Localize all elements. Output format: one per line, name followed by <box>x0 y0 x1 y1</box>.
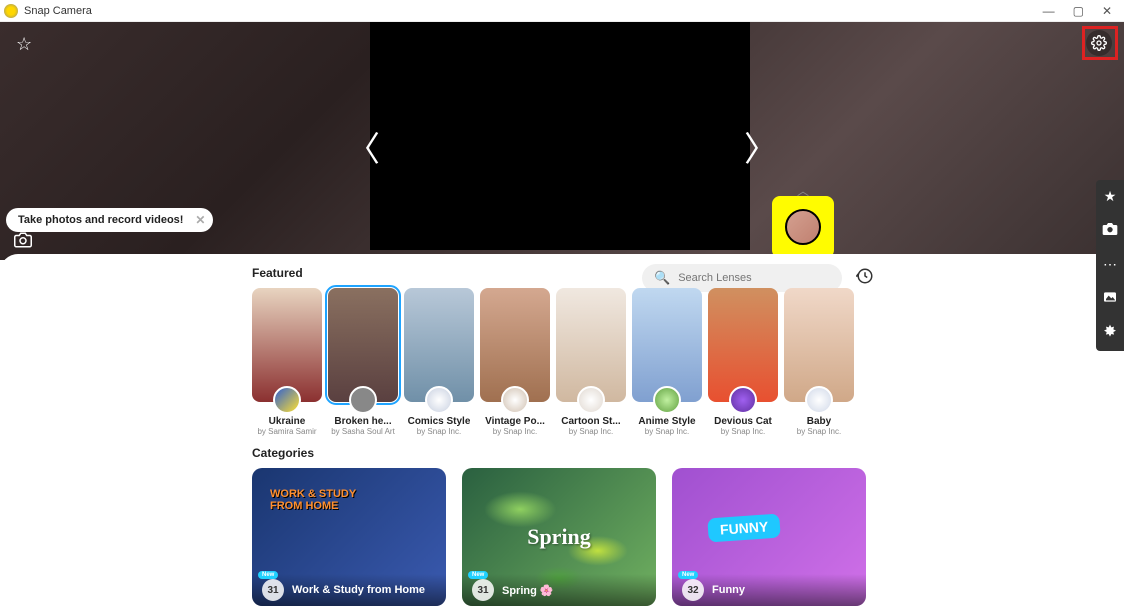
lens-thumb <box>632 288 702 402</box>
lens-badge-icon <box>805 386 833 414</box>
lens-badge-icon <box>273 386 301 414</box>
category-title: Spring 🌸 <box>502 584 554 597</box>
lens-thumb <box>252 288 322 402</box>
lens-name: Comics Style <box>408 416 471 427</box>
lens-name: Baby <box>807 416 831 427</box>
lens-name: Vintage Po... <box>485 416 545 427</box>
pin-icon[interactable]: ★ <box>1104 188 1117 205</box>
lens-card[interactable]: Ukraineby Samira Samir <box>252 288 322 436</box>
category-deco: FUNNY <box>707 514 781 543</box>
camera-button[interactable] <box>14 231 32 254</box>
lens-thumb <box>708 288 778 402</box>
lens-author: by Snap Inc. <box>797 427 841 436</box>
categories-title: Categories <box>252 446 872 460</box>
category-footer: New31Work & Study from Home <box>252 574 446 606</box>
rail-settings-icon[interactable] <box>1102 324 1118 343</box>
lens-panel: 🔍 Featured Ukraineby Samira SamirBroken … <box>0 254 1124 598</box>
lens-author: by Samira Samir <box>257 427 316 436</box>
minimize-button[interactable]: — <box>1043 4 1055 18</box>
category-title: Work & Study from Home <box>292 584 425 596</box>
new-badge: New <box>258 571 278 579</box>
category-row: WORK & STUDYFROM HOME New31Work & Study f… <box>252 468 872 606</box>
category-card[interactable]: WORK & STUDYFROM HOME New31Work & Study f… <box>252 468 446 606</box>
lens-author: by Snap Inc. <box>493 427 537 436</box>
lens-thumb <box>404 288 474 402</box>
lens-card[interactable]: Babyby Snap Inc. <box>784 288 854 436</box>
prev-lens-button[interactable]: 〈 <box>346 122 380 171</box>
category-footer: New31Spring 🌸 <box>462 574 656 606</box>
lens-name: Anime Style <box>638 416 695 427</box>
lens-badge-icon <box>425 386 453 414</box>
lens-author: by Snap Inc. <box>645 427 689 436</box>
snapcode-avatar <box>785 209 821 245</box>
lens-badge-icon <box>349 386 377 414</box>
lens-row: Ukraineby Samira SamirBroken he...by Sas… <box>252 288 872 436</box>
snapcode[interactable]: ︿ <box>772 196 834 258</box>
search-icon: 🔍 <box>654 270 670 286</box>
lens-card[interactable]: Broken he...by Sasha Soul Art <box>328 288 398 436</box>
chevron-up-icon: ︿ <box>797 182 809 199</box>
category-footer: New32Funny <box>672 574 866 606</box>
lens-name: Cartoon St... <box>561 416 620 427</box>
right-rail: ★ ⋯ <box>1096 180 1124 351</box>
close-button[interactable]: ✕ <box>1102 4 1112 18</box>
camera-icon <box>14 231 32 249</box>
lens-author: by Sasha Soul Art <box>331 427 395 436</box>
lens-card[interactable]: Anime Styleby Snap Inc. <box>632 288 702 436</box>
lens-name: Broken he... <box>334 416 391 427</box>
category-card[interactable]: FUNNY New32Funny <box>672 468 866 606</box>
lens-badge-icon <box>501 386 529 414</box>
tooltip-text: Take photos and record videos! <box>18 214 183 226</box>
new-badge: New <box>678 571 698 579</box>
lens-card[interactable]: Cartoon St...by Snap Inc. <box>556 288 626 436</box>
more-icon[interactable]: ⋯ <box>1103 256 1117 273</box>
settings-button[interactable] <box>1086 30 1112 56</box>
new-badge: New <box>468 571 488 579</box>
next-lens-button[interactable]: 〉 <box>744 122 778 171</box>
video-preview <box>370 22 750 250</box>
favorite-icon[interactable]: ☆ <box>16 34 32 55</box>
lens-thumb <box>784 288 854 402</box>
lens-card[interactable]: Comics Styleby Snap Inc. <box>404 288 474 436</box>
window-controls: — ▢ ✕ <box>1043 4 1120 18</box>
lens-thumb <box>328 288 398 402</box>
gear-icon <box>1091 35 1107 51</box>
lens-name: Devious Cat <box>714 416 772 427</box>
category-deco: Spring <box>527 524 591 550</box>
category-title: Funny <box>712 584 745 596</box>
video-area: ☆ 〈 〉 ︿ Take photos and record videos! ✕ <box>0 22 1124 260</box>
lens-thumb <box>556 288 626 402</box>
camera-tooltip: Take photos and record videos! ✕ <box>6 208 213 232</box>
lens-thumb <box>480 288 550 402</box>
lens-card[interactable]: Devious Catby Snap Inc. <box>708 288 778 436</box>
category-card[interactable]: Spring New31Spring 🌸 <box>462 468 656 606</box>
lens-name: Ukraine <box>269 416 306 427</box>
history-icon[interactable] <box>856 267 874 289</box>
search-input[interactable] <box>678 272 830 284</box>
lens-author: by Snap Inc. <box>721 427 765 436</box>
lens-badge-icon <box>729 386 757 414</box>
category-deco: WORK & STUDYFROM HOME <box>270 488 356 512</box>
lens-author: by Snap Inc. <box>417 427 461 436</box>
lens-card[interactable]: Vintage Po...by Snap Inc. <box>480 288 550 436</box>
lens-badge-icon <box>653 386 681 414</box>
rail-camera-icon[interactable] <box>1102 221 1118 240</box>
maximize-button[interactable]: ▢ <box>1073 4 1084 18</box>
lens-badge-icon <box>577 386 605 414</box>
lens-author: by Snap Inc. <box>569 427 613 436</box>
titlebar: Snap Camera — ▢ ✕ <box>0 0 1124 22</box>
gallery-icon[interactable] <box>1102 289 1118 308</box>
window-title: Snap Camera <box>24 5 1043 17</box>
tooltip-close-icon[interactable]: ✕ <box>195 213 205 227</box>
app-icon <box>4 4 18 18</box>
